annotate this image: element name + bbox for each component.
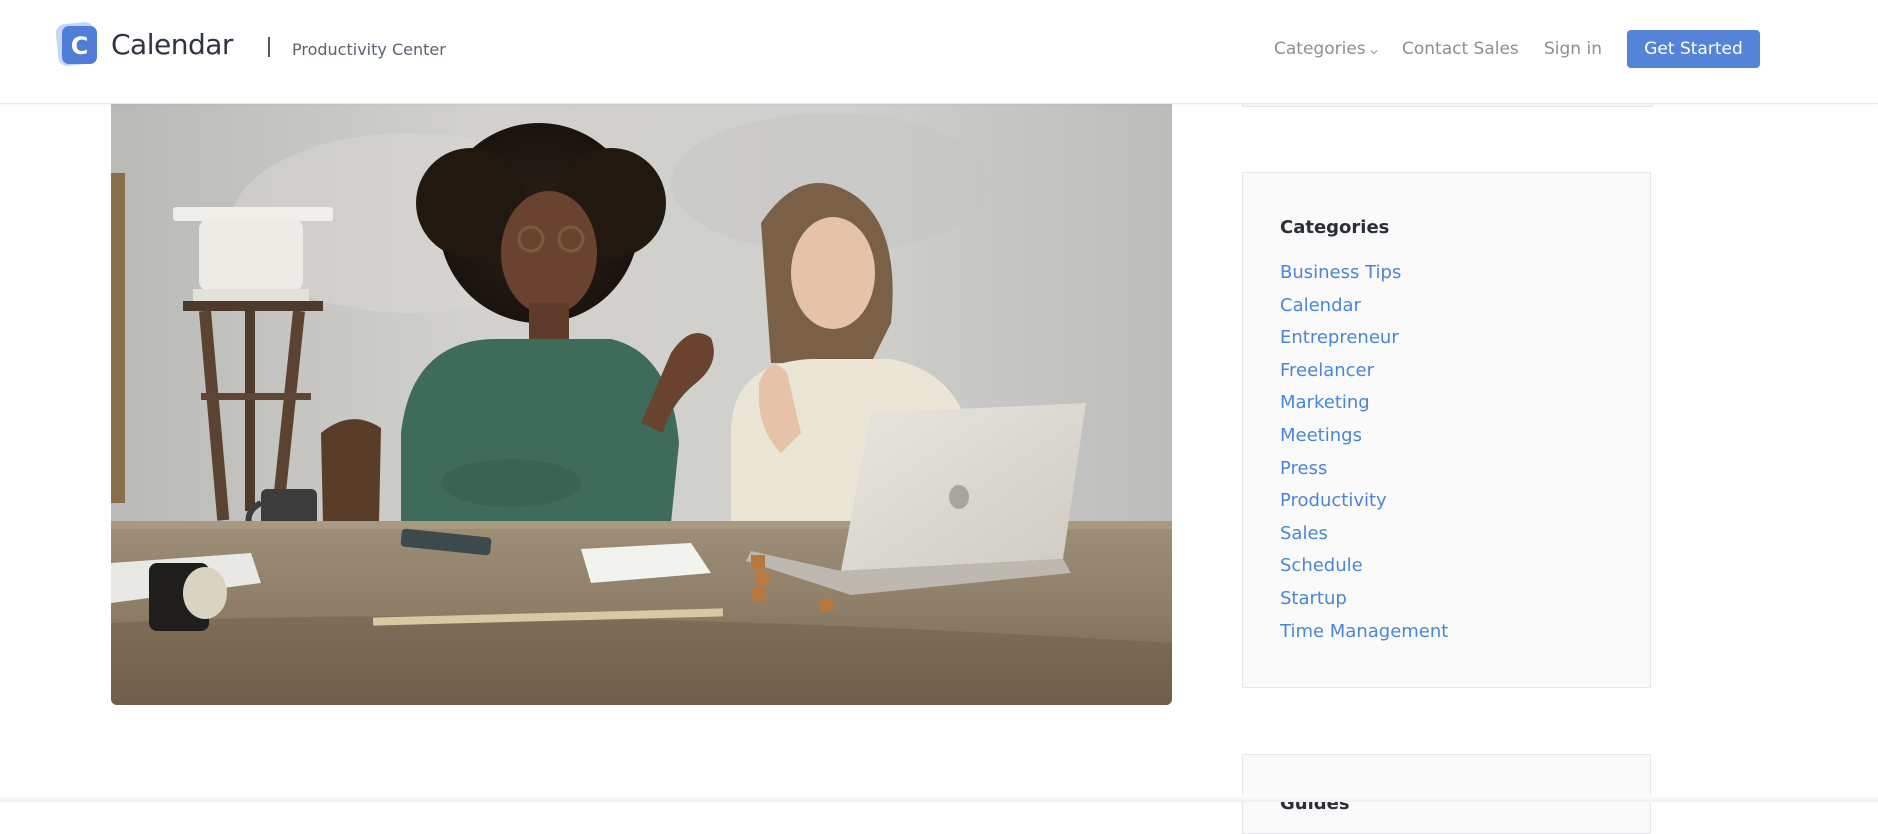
sidebar-guides-widget: Guides	[1242, 754, 1651, 834]
logo-divider	[268, 37, 270, 57]
site-subtitle[interactable]: Productivity Center	[292, 38, 446, 62]
nav-sign-in-label[interactable]: Sign in	[1544, 39, 1602, 59]
categories-title: Categories	[1280, 217, 1390, 238]
logo-wordmark[interactable]: Calendar	[111, 27, 233, 63]
category-link-calendar[interactable]: Calendar	[1280, 294, 1448, 327]
hero-photo-illustration	[111, 103, 1172, 705]
category-link-schedule[interactable]: Schedule	[1280, 554, 1448, 587]
get-started-button[interactable]: Get Started	[1627, 30, 1760, 68]
category-link-meetings[interactable]: Meetings	[1280, 424, 1448, 457]
svg-text:C: C	[71, 32, 89, 60]
category-link-time-management[interactable]: Time Management	[1280, 620, 1448, 653]
page-bottom-edge	[0, 795, 1878, 802]
sidebar-categories-widget: Categories Business Tips Calendar Entrep…	[1242, 172, 1651, 688]
site-header: C Calendar Productivity Center Categorie…	[0, 0, 1878, 104]
nav-contact-sales[interactable]: Contact Sales	[1402, 30, 1519, 68]
category-link-startup[interactable]: Startup	[1280, 587, 1448, 620]
category-link-sales[interactable]: Sales	[1280, 522, 1448, 555]
nav-categories[interactable]: Categories	[1274, 30, 1378, 68]
category-link-entrepreneur[interactable]: Entrepreneur	[1280, 326, 1448, 359]
nav-categories-label[interactable]: Categories	[1274, 39, 1366, 59]
category-link-productivity[interactable]: Productivity	[1280, 489, 1448, 522]
nav-contact-sales-label[interactable]: Contact Sales	[1402, 39, 1519, 59]
category-link-freelancer[interactable]: Freelancer	[1280, 359, 1448, 392]
categories-list: Business Tips Calendar Entrepreneur Free…	[1280, 261, 1448, 652]
calendar-logo-icon[interactable]: C	[55, 20, 100, 68]
article-hero-image	[111, 103, 1172, 705]
category-link-marketing[interactable]: Marketing	[1280, 391, 1448, 424]
category-link-press[interactable]: Press	[1280, 457, 1448, 490]
nav-sign-in[interactable]: Sign in	[1544, 30, 1602, 68]
chevron-down-icon	[1370, 40, 1378, 59]
category-link-business-tips[interactable]: Business Tips	[1280, 261, 1448, 294]
